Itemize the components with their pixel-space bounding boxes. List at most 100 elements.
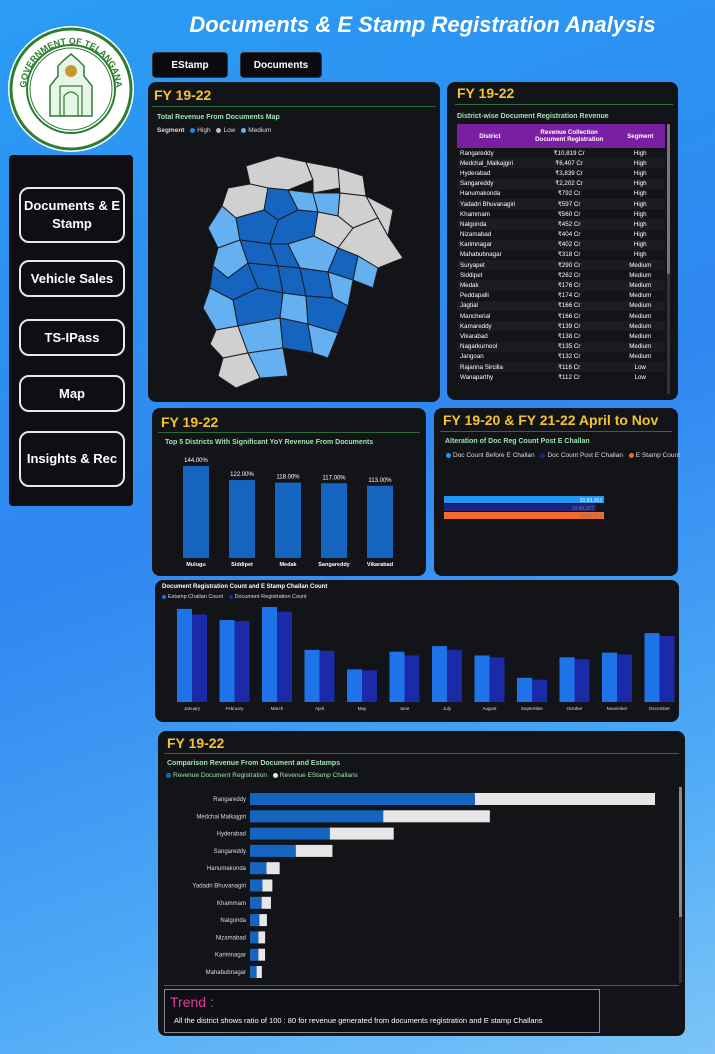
table-row[interactable]: Mahabubnagar ₹318 Cr High <box>457 250 665 260</box>
cell-revenue: ₹318 Cr <box>557 251 581 259</box>
x-tick-label-1: Siddipet <box>231 562 253 568</box>
cell-revenue: ₹404 Cr <box>557 231 581 239</box>
government-logo: GOVERNMENT OF TELANGANA <box>8 26 134 152</box>
table-scrollbar[interactable] <box>667 124 670 394</box>
col-district[interactable]: District <box>457 124 523 148</box>
bar-document-4 <box>250 862 267 875</box>
table-row[interactable]: Hyderabad ₹3,839 Cr High <box>457 168 665 178</box>
bar-estamp-4 <box>266 862 280 875</box>
cell-revenue: ₹597 Cr <box>522 198 616 210</box>
bar-data-label-2: 118.00% <box>276 475 300 481</box>
top5-bar-chart: 144.00% Mulugu 122.00% Siddipet 118.00% Medak… <box>183 458 393 568</box>
bar-estamp-5 <box>262 879 273 892</box>
chart-title: Top 5 Districts With Significant YoY Rev… <box>165 439 374 446</box>
cell-segment: High <box>633 251 647 259</box>
cell-district: Siddipet <box>460 271 483 279</box>
cell-revenue: ₹174 Cr <box>557 292 581 300</box>
y-tick-label-10: Mahabubnagar <box>206 970 246 976</box>
table-row[interactable]: Jagtial ₹166 Cr Medium <box>457 300 665 311</box>
district-table-scroll[interactable]: District Revenue Collection Document Reg… <box>457 124 665 394</box>
bar-data-label-0: 20,83,263 <box>580 498 602 504</box>
cell-revenue: ₹262 Cr <box>557 271 581 279</box>
cell-district: Yadadri Bhuvanagiri <box>457 198 523 210</box>
comparison-scrollbar[interactable] <box>679 787 682 983</box>
cell-district: Rangareddy <box>460 149 494 157</box>
table-row[interactable]: Yadadri Bhuvanagiri ₹597 Cr High <box>457 198 665 210</box>
panel-fy-label: FY 19-20 & FY 21-22 April to Nov <box>443 412 659 428</box>
cell-segment: Medium <box>629 353 652 361</box>
col-revenue[interactable]: Revenue Collection Document Registration <box>522 124 616 148</box>
cell-revenue: ₹166 Cr <box>522 300 616 311</box>
y-tick-label-0: Rangareddy <box>213 797 246 803</box>
table-row[interactable]: Nagarkurnool ₹135 Cr Medium <box>457 341 665 352</box>
bar-estamp-6 <box>261 896 271 909</box>
monthly-count-panel: Document Registration Count and E Stamp … <box>155 580 679 722</box>
table-row[interactable]: Rangareddy ₹10,819 Cr High <box>457 148 665 158</box>
table-row[interactable]: Nizamabad ₹404 Cr High <box>457 230 665 240</box>
table-row[interactable]: Nalgonda ₹452 Cr High <box>457 219 665 230</box>
estamp-button[interactable]: EStamp <box>152 52 228 78</box>
documents-button[interactable]: Documents <box>240 52 322 78</box>
col-segment[interactable]: Segment <box>615 124 665 148</box>
challan-bar-chart: 20,83,263 18,88,207 19,89,181 <box>444 496 604 520</box>
cell-segment: High <box>615 178 665 189</box>
table-row[interactable]: Khammam ₹560 Cr High <box>457 209 665 219</box>
table-row[interactable]: Mancherial ₹166 Cr Medium <box>457 311 665 321</box>
bar-estamp-challan-count-11 <box>644 633 660 702</box>
bar-document-5 <box>250 879 263 892</box>
table-row[interactable]: Kamareddy ₹139 Cr Medium <box>457 321 665 332</box>
bar-document-3 <box>250 844 296 857</box>
bar-document-registration-count-9 <box>574 659 590 702</box>
map-subtitle: Total Revenue From Documents Map <box>157 114 280 121</box>
cell-segment: High <box>615 239 665 250</box>
table-row[interactable]: Medak ₹176 Cr Medium <box>457 280 665 291</box>
nav-ts-ipass[interactable]: TS-IPass <box>19 319 125 356</box>
table-row[interactable]: Medchal_Malkajgiri ₹6,407 Cr High <box>457 158 665 169</box>
bar-estamp-challan-count-3 <box>304 649 320 702</box>
panel-fy-label: FY 19-22 <box>161 414 219 430</box>
table-row[interactable]: Peddapalli ₹174 Cr Medium <box>457 291 665 301</box>
cell-segment: Medium <box>629 332 652 340</box>
cell-revenue: ₹402 Cr <box>522 239 616 250</box>
x-tick-label-3: April <box>315 706 324 711</box>
table-row[interactable]: Sangareddy ₹2,202 Cr High <box>457 178 665 189</box>
district-table-panel: FY 19-22 District-wise Document Registra… <box>447 82 678 400</box>
cell-district: Medchal_Malkajgiri <box>457 158 523 169</box>
y-tick-label-5: Yadadri Bhuvanagiri <box>192 884 246 890</box>
bar-document-registration-count-4 <box>362 670 377 702</box>
y-tick-label-1: Medchal Malkajgiri <box>196 814 246 820</box>
x-tick-label-2: Medak <box>279 562 297 568</box>
table-row[interactable]: Siddipet ₹262 Cr Medium <box>457 270 665 280</box>
bar-document-9 <box>250 948 259 961</box>
cell-segment: High <box>633 210 647 218</box>
table-row[interactable]: Suryapet ₹290 Cr Medium <box>457 260 665 271</box>
cell-segment: High <box>615 198 665 210</box>
table-row[interactable]: Rajanna Sircilla ₹116 Cr Low <box>457 361 665 373</box>
cell-revenue: ₹560 Cr <box>557 210 581 218</box>
bar-estamp-challan-count-6 <box>432 646 447 702</box>
table-row[interactable]: Karimnagar ₹402 Cr High <box>457 239 665 250</box>
cell-district: Nagarkurnool <box>457 341 523 352</box>
telangana-district-map[interactable] <box>188 148 413 398</box>
cell-district: Peddapalli <box>460 292 489 300</box>
cell-district: Sangareddy <box>457 178 523 189</box>
bar-document-0 <box>250 793 476 805</box>
table-row[interactable]: Vikarabad ₹138 Cr Medium <box>457 331 665 341</box>
x-tick-label-1: February <box>225 706 244 711</box>
bar-estamp-challan-count-7 <box>474 655 490 702</box>
table-row[interactable]: Jangoan ₹132 Cr Medium <box>457 352 665 362</box>
cell-district: Hyderabad <box>460 169 491 177</box>
bar-document-registration-count-6 <box>447 649 462 702</box>
cell-segment: Medium <box>629 292 652 300</box>
x-tick-label-8: September <box>521 706 544 711</box>
nav-insights-rec[interactable]: Insights & Rec <box>19 431 125 487</box>
table-row[interactable]: Hanumakonda ₹792 Cr High <box>457 189 665 199</box>
bar-document-registration-count-7 <box>489 657 505 702</box>
nav-documents-estamp[interactable]: Documents & E Stamp <box>19 187 125 243</box>
trend-text: All the district shows ratio of 100 : 80… <box>174 1016 543 1025</box>
nav-map[interactable]: Map <box>19 375 125 412</box>
cell-revenue: ₹6,407 Cr <box>522 158 616 169</box>
nav-vehicle-sales[interactable]: Vehicle Sales <box>19 260 125 297</box>
table-row[interactable]: Wanaparthy ₹112 Cr Low <box>457 372 665 382</box>
bar-estamp-9 <box>258 948 266 961</box>
